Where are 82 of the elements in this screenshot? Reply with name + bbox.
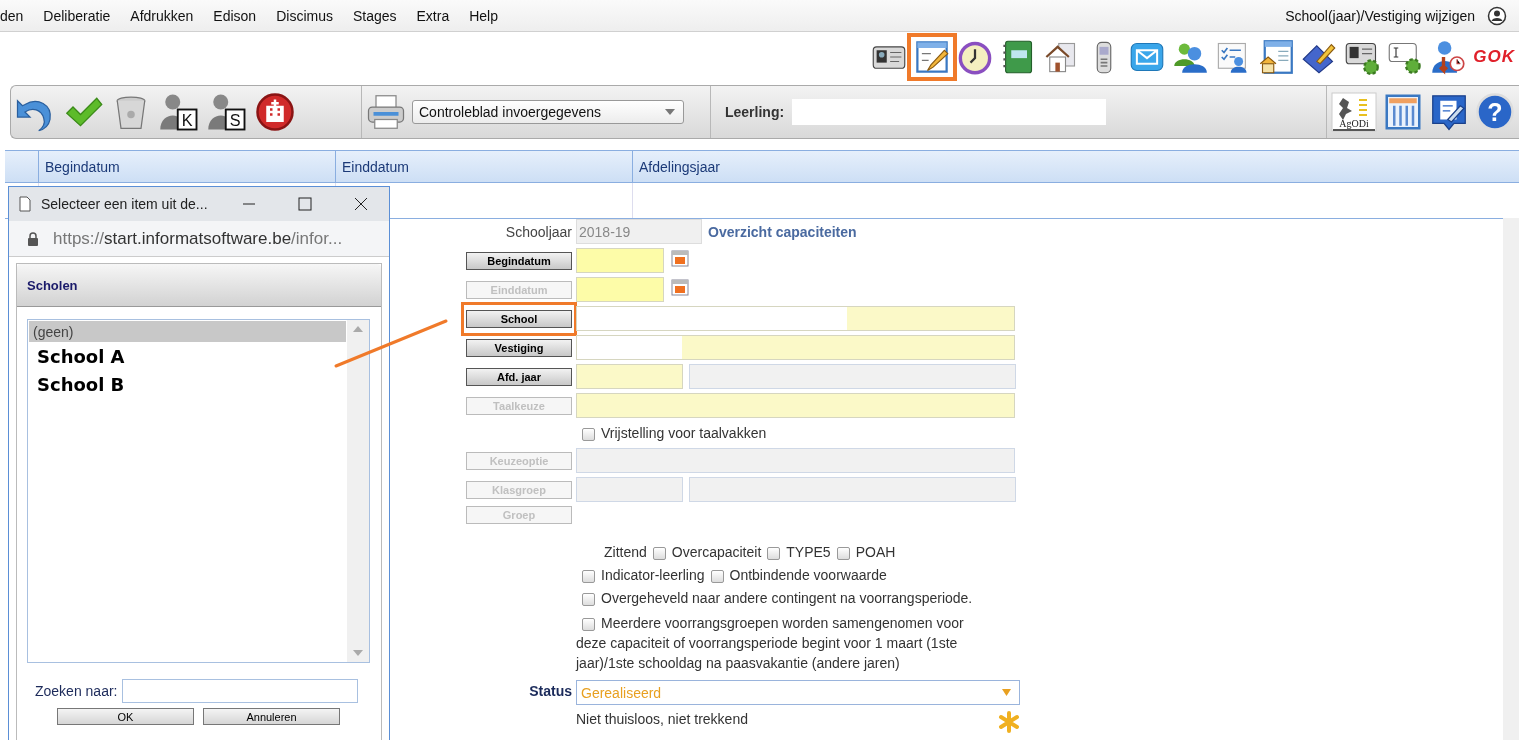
option-label: Overcapaciteit [671,544,762,560]
close-icon[interactable] [353,196,369,212]
field-label: Zoeken naar: [35,683,118,699]
form-title: Overzicht capaciteiten [708,223,857,240]
caret-icon[interactable] [665,109,675,115]
dialog-button[interactable]: Annuleren [203,708,340,725]
menu-item[interactable]: Help [459,7,508,24]
menu-item[interactable]: den [0,7,34,24]
checkbox[interactable] [836,546,850,560]
student-field[interactable] [792,99,1107,125]
lock-icon [27,231,39,246]
panel-header: Scholen [17,264,381,307]
field-label: Leerling: [725,104,785,120]
checkbox[interactable] [582,427,595,441]
calendar-icon[interactable] [670,248,690,268]
search-field[interactable] [121,679,358,703]
menu-item[interactable]: Deliberatie [33,7,121,24]
field-label: Status [529,683,572,699]
dialog-button[interactable]: OK [57,708,194,725]
gok-logo[interactable]: GOK [1473,47,1515,67]
option-label: Indicator-leerling [601,567,705,583]
caret-icon[interactable] [1002,689,1011,696]
menu-item[interactable]: Stages [342,7,407,24]
checkbox[interactable] [767,546,781,560]
help-icon[interactable]: ? [1475,92,1515,132]
field-button[interactable]: Vestiging [466,338,572,357]
input-field[interactable] [576,335,1015,360]
agodi-logo[interactable]: AgODi [1331,92,1377,132]
form-pencil-icon[interactable] [914,39,951,75]
checkbox[interactable] [582,569,595,583]
input-field[interactable] [576,306,1015,331]
menu-item[interactable]: Afdrukken [120,7,204,24]
user-clock-icon[interactable] [1430,39,1467,75]
scroll-up-icon[interactable] [353,326,363,332]
date-field[interactable] [576,277,664,302]
window-title: Selecteer een item uit de... [41,196,209,212]
field-button[interactable]: Begindatum [466,251,572,270]
note-text: Niet thuisloos, niet trekkend [576,711,748,727]
calendar-icon[interactable] [670,277,690,297]
column-header[interactable]: Afdelingsjaar [632,151,1519,182]
checkbox[interactable] [710,569,724,583]
field-button[interactable]: School [466,309,572,328]
menu-item[interactable]: Discimus [266,7,343,24]
option-label: Overgeheveld naar andere contingent na voorrangsperiode. [601,590,973,606]
checkbox-label: Vrijstelling voor taalvakken [601,425,767,441]
option-label: TYPE5 [786,544,831,560]
option-label: Ontbindende voorwaarde [729,567,887,583]
maximize-icon[interactable] [297,196,313,212]
option-label: deze capaciteit of voorrangsperiode begint voor 1 maart (1ste jaar)/1ste schooldag na paasvakantie (andere jaren) [576,634,959,673]
url-text: https://start.informatsoftware.be/infor... [53,228,343,249]
printer-icon[interactable] [366,92,406,132]
field-label: Schooljaar [505,223,572,240]
input-field[interactable] [576,364,683,389]
option-label: Meerdere voorrangsgroepen worden samengenomen voor [601,614,964,633]
column-header[interactable]: Begindatum [38,151,335,182]
date-field[interactable] [576,248,664,273]
column-header[interactable]: Einddatum [335,151,632,182]
scrollbar[interactable] [1503,218,1519,740]
list-item[interactable]: (geen) [29,321,346,342]
user-icon[interactable] [1487,5,1507,26]
menu-item[interactable]: Edison [203,7,267,24]
checkbox[interactable] [582,617,595,631]
list-item[interactable]: School B [29,370,346,398]
scrollbar[interactable] [347,320,369,662]
scroll-down-icon[interactable] [353,650,363,656]
option-label: POAH [855,544,896,560]
school-switch-link[interactable]: School(jaar)/Vestiging wijzigen [1285,7,1475,24]
house-document-icon[interactable] [1258,39,1295,75]
hospital-icon[interactable] [255,92,295,132]
asterisk-icon [998,711,1020,733]
menu-item[interactable]: Extra [406,7,460,24]
field-button[interactable]: Afd. jaar [466,367,572,386]
document-edit-icon[interactable] [1429,92,1469,132]
list-item[interactable]: School A [29,342,346,370]
input-field[interactable] [576,393,1015,418]
document-icon [19,196,31,212]
checkbox[interactable] [582,592,595,606]
clock-icon[interactable] [957,39,994,75]
report-dropdown[interactable]: Controleblad invoergegevens [412,100,684,124]
checkbox[interactable] [652,546,666,560]
columns-icon[interactable] [1383,92,1423,132]
option-label: Zittend [604,544,647,560]
